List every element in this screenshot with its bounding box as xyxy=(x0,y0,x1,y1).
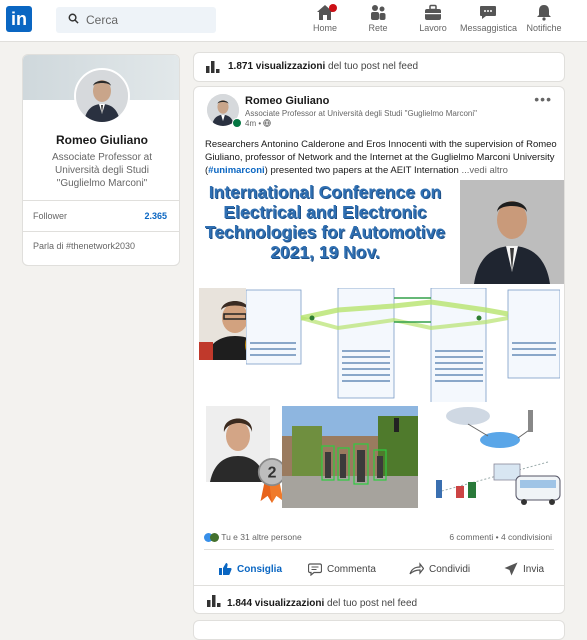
views-suffix: del tuo post nel feed xyxy=(324,598,418,609)
profile-avatar[interactable] xyxy=(74,68,130,124)
celebrate-reaction-icon xyxy=(210,533,219,542)
views-suffix: del tuo post nel feed xyxy=(325,61,419,72)
comment-label: Commenta xyxy=(327,563,376,575)
divider xyxy=(23,231,179,232)
post-text: Researchers Antonino Calderone and Eros … xyxy=(205,138,557,177)
previous-post-views[interactable]: 1.871 visualizzazioni del tuo post nel f… xyxy=(193,52,565,82)
share-arrow-icon xyxy=(409,562,424,575)
post-author-name[interactable]: Romeo Giuliano xyxy=(245,95,329,107)
views-count-text: 1.871 visualizzazioni del tuo post nel f… xyxy=(228,61,418,72)
divider xyxy=(194,585,564,586)
nav-messaging[interactable]: Messaggistica xyxy=(460,2,518,40)
professor-photo xyxy=(460,180,564,284)
post-time: 4m • xyxy=(245,119,262,128)
bar-chart-icon xyxy=(206,61,220,73)
post-card: Romeo Giuliano Associate Professor at Un… xyxy=(193,86,565,614)
network-icon xyxy=(371,5,386,20)
views-count: 1.871 visualizzazioni xyxy=(228,61,326,72)
nav-network-label: Rete xyxy=(368,23,388,33)
network-diagram xyxy=(246,288,560,408)
nav-notifications-label: Notifiche xyxy=(526,23,562,33)
briefcase-icon xyxy=(425,4,441,20)
nav-network[interactable]: Rete xyxy=(358,2,398,40)
send-button[interactable]: Invia xyxy=(504,559,544,579)
nav-home[interactable]: Home xyxy=(305,2,345,40)
post-timestamp: 4m • xyxy=(245,119,272,128)
nav-messaging-label: Messaggistica xyxy=(460,23,518,33)
street-detection-photo xyxy=(282,406,418,508)
next-post-card xyxy=(193,620,565,640)
cloud-network-icon xyxy=(428,402,564,510)
online-status-dot xyxy=(232,118,242,128)
bar-chart-icon xyxy=(207,595,221,607)
hashtag-link[interactable]: Parla di #thenetwork2030 xyxy=(33,241,135,251)
send-label: Invia xyxy=(523,563,545,575)
share-label: Condividi xyxy=(429,563,471,575)
notification-dot xyxy=(329,4,337,12)
conference-title: International Conference on Electrical a… xyxy=(204,182,446,262)
smart-city-illustration xyxy=(428,402,564,510)
thumbs-up-icon xyxy=(219,563,232,575)
like-button[interactable]: Consiglia xyxy=(218,559,282,579)
share-button[interactable]: Condividi xyxy=(409,559,470,579)
bell-icon xyxy=(537,5,551,21)
messaging-icon xyxy=(480,6,496,19)
nav-notifications[interactable]: Notifiche xyxy=(521,2,567,40)
see-more-link[interactable]: ...vedi altro xyxy=(459,165,507,176)
person-photo-icon xyxy=(460,180,564,284)
nav-home-label: Home xyxy=(312,23,337,33)
views-count: 1.844 visualizzazioni xyxy=(227,598,325,609)
pedestrian-detection-icon xyxy=(282,406,418,508)
nav-jobs-label: Lavoro xyxy=(419,23,447,33)
search-input[interactable]: Cerca xyxy=(86,13,118,27)
profile-headline: Associate Professor at Università degli … xyxy=(51,152,153,189)
follower-card: Follower 2.365 Parla di #thenetwork2030 xyxy=(22,200,180,266)
follower-label: Follower xyxy=(33,211,68,221)
send-icon xyxy=(504,562,518,576)
top-navigation-bar: in Cerca Home Rete Lavoro Messaggistica … xyxy=(0,0,587,42)
search-icon xyxy=(68,13,79,24)
linkedin-logo-icon[interactable]: in xyxy=(6,6,32,32)
post-options-button[interactable]: ••• xyxy=(534,91,552,107)
post-image[interactable]: International Conference on Electrical a… xyxy=(194,180,564,516)
hashtag-link[interactable]: #unimarconi xyxy=(208,165,265,176)
nav-jobs[interactable]: Lavoro xyxy=(413,2,453,40)
post-views[interactable]: 1.844 visualizzazioni del tuo post nel f… xyxy=(207,595,417,609)
search-box[interactable]: Cerca xyxy=(56,7,216,33)
follower-count[interactable]: 2.365 xyxy=(144,211,167,221)
divider xyxy=(204,549,554,550)
profile-name[interactable]: Romeo Giuliano xyxy=(23,133,179,147)
reactions-text: Tu e 31 altre persone xyxy=(221,532,302,542)
comment-icon xyxy=(308,563,322,576)
like-label: Consiglia xyxy=(237,563,283,575)
post-author-headline: Associate Professor at Università degli … xyxy=(245,109,477,118)
globe-icon xyxy=(263,119,272,127)
reactions-summary[interactable]: Tu e 31 altre persone xyxy=(204,532,302,542)
comment-button[interactable]: Commenta xyxy=(308,559,376,579)
person-photo-icon xyxy=(76,70,128,122)
comments-shares-count[interactable]: 6 commenti • 4 condivisioni xyxy=(449,532,552,542)
post-text-part2: ) presented two papers at the AEIT Inter… xyxy=(264,165,459,176)
svg-text:2: 2 xyxy=(268,464,277,481)
